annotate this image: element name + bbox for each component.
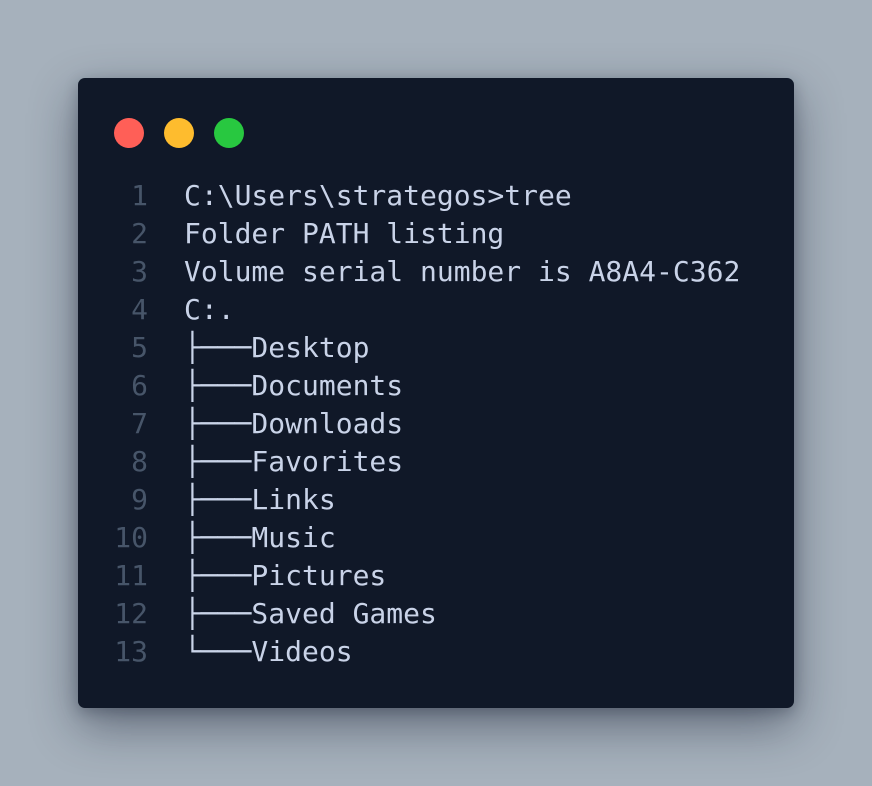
terminal-window: 1 C:\Users\strategos>tree 2 Folder PATH … (78, 78, 794, 708)
line-number: 10 (114, 521, 148, 554)
line-number: 1 (131, 179, 148, 212)
code-line: 6 ├───Documents (78, 367, 794, 405)
code-line: 4 C:. (78, 291, 794, 329)
code-line: 3 Volume serial number is A8A4-C362 (78, 253, 794, 291)
tree-entry: ├───Downloads (184, 407, 404, 440)
line-number: 5 (131, 331, 148, 364)
code-area: 1 C:\Users\strategos>tree 2 Folder PATH … (78, 177, 794, 671)
code-line: 5 ├───Desktop (78, 329, 794, 367)
output-text: Folder PATH listing (184, 217, 505, 250)
tree-entry: ├───Desktop (184, 331, 370, 364)
line-number: 7 (131, 407, 148, 440)
code-line: 11 ├───Pictures (78, 557, 794, 595)
line-number: 8 (131, 445, 148, 478)
tree-entry: ├───Saved Games (184, 597, 437, 630)
code-line: 8 ├───Favorites (78, 443, 794, 481)
line-number: 6 (131, 369, 148, 402)
minimize-button[interactable] (164, 118, 194, 148)
code-line: 1 C:\Users\strategos>tree (78, 177, 794, 215)
tree-entry: ├───Documents (184, 369, 404, 402)
code-line: 13 └───Videos (78, 633, 794, 671)
code-line: 7 ├───Downloads (78, 405, 794, 443)
tree-entry: ├───Music (184, 521, 336, 554)
line-number: 2 (131, 217, 148, 250)
tree-entry: ├───Links (184, 483, 336, 516)
close-button[interactable] (114, 118, 144, 148)
maximize-button[interactable] (214, 118, 244, 148)
code-line: 12 ├───Saved Games (78, 595, 794, 633)
line-number: 11 (114, 559, 148, 592)
command-text: C:\Users\strategos>tree (184, 179, 572, 212)
tree-entry: ├───Favorites (184, 445, 404, 478)
output-text: Volume serial number is A8A4-C362 (184, 255, 741, 288)
code-line: 10 ├───Music (78, 519, 794, 557)
tree-entry: └───Videos (184, 635, 353, 668)
line-number: 4 (131, 293, 148, 326)
output-text: C:. (184, 293, 235, 326)
tree-entry: ├───Pictures (184, 559, 387, 592)
code-line: 2 Folder PATH listing (78, 215, 794, 253)
line-number: 3 (131, 255, 148, 288)
line-number: 9 (131, 483, 148, 516)
code-line: 9 ├───Links (78, 481, 794, 519)
line-number: 12 (114, 597, 148, 630)
line-number: 13 (114, 635, 148, 668)
